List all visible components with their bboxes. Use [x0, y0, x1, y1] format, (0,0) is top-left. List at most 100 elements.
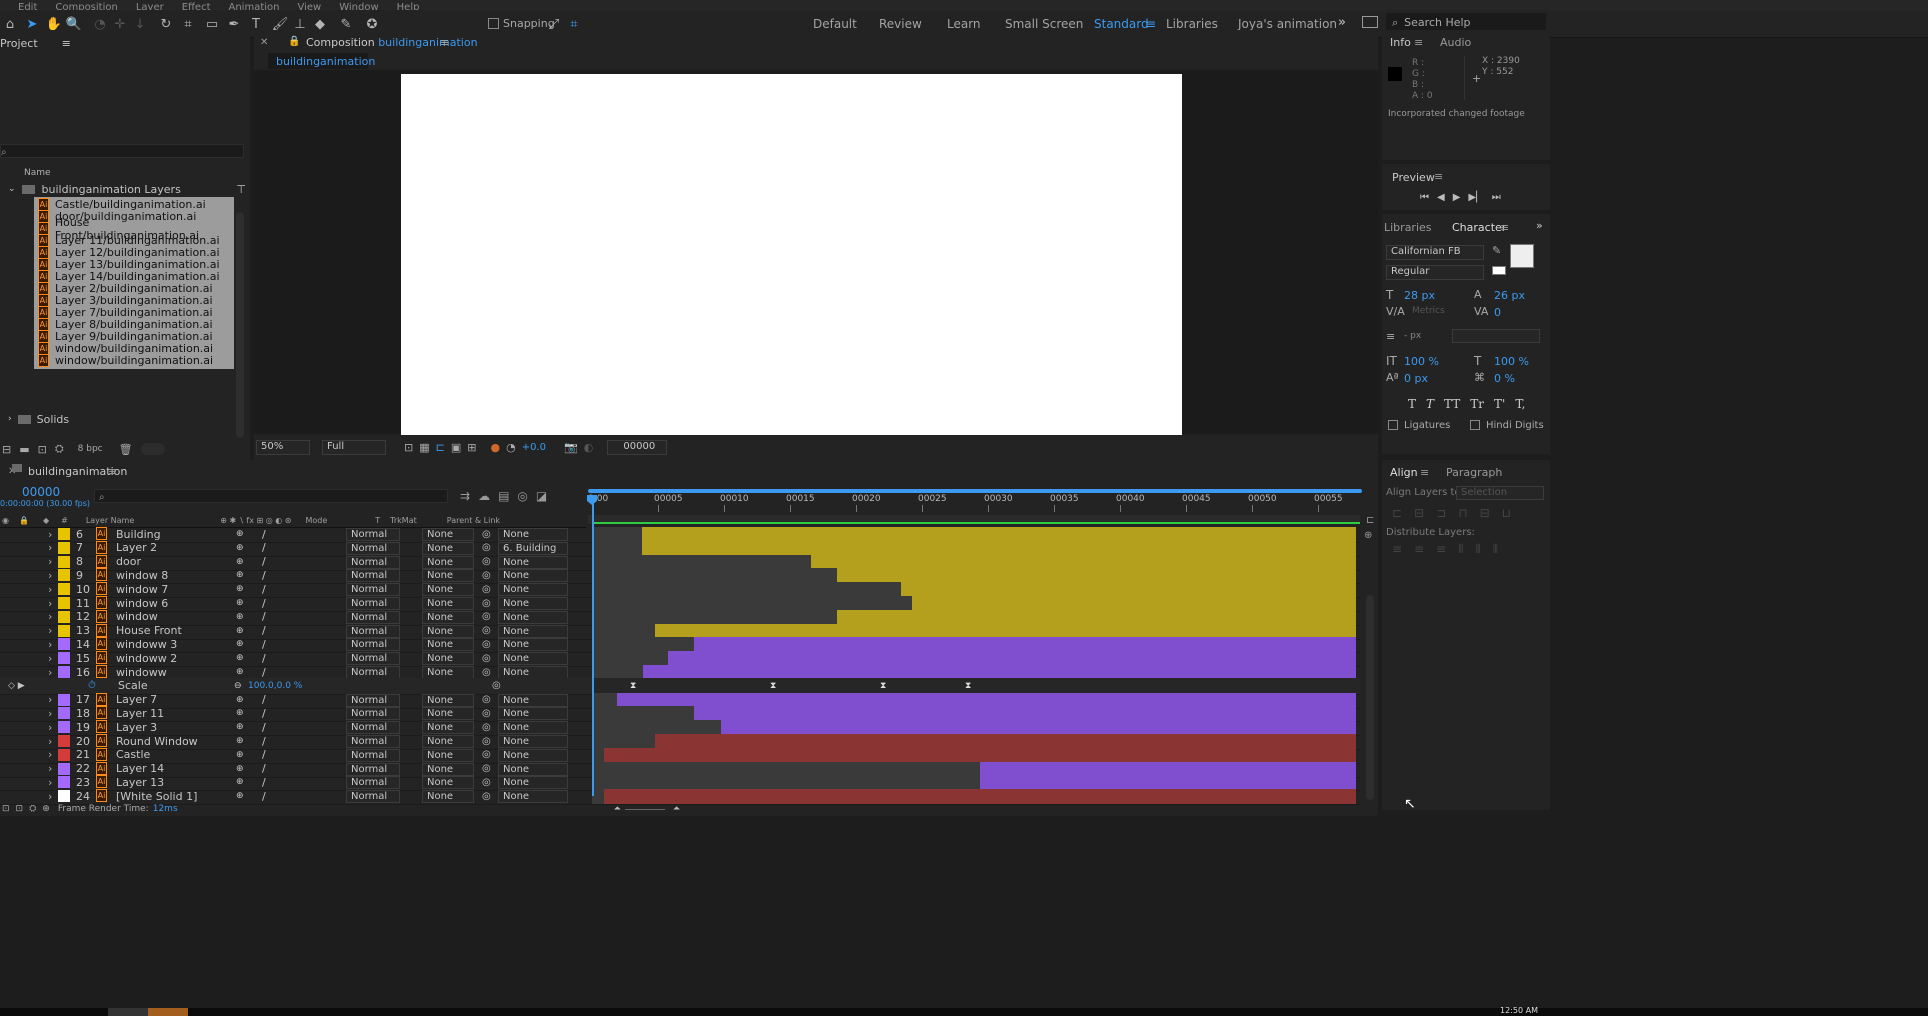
shy-switch-icon[interactable]: ⊕ [236, 557, 244, 567]
quality-switch-icon[interactable]: / [262, 762, 266, 775]
pick-whip-icon[interactable]: ◎ [482, 611, 491, 622]
play-icon[interactable]: ▶ [1453, 192, 1461, 203]
visibility-toggle[interactable] [2, 652, 12, 662]
shy-icon[interactable]: ☁ [478, 489, 490, 503]
work-area-bar[interactable] [588, 489, 1362, 493]
layer-name[interactable]: Layer 13 [116, 776, 164, 789]
transparency-icon[interactable]: ▦ [419, 441, 429, 454]
solids-folder-row[interactable]: › Solids [0, 411, 250, 427]
fill-color-swatch[interactable] [1510, 244, 1534, 268]
comp-range-bar[interactable] [588, 515, 1360, 524]
new-folder-icon[interactable]: ▬ [19, 443, 29, 456]
label-color[interactable] [58, 528, 70, 540]
pick-whip-icon[interactable]: ◎ [482, 529, 491, 540]
distribute-top-icon[interactable]: ≡ [1392, 542, 1402, 557]
timeline-zoom-slider[interactable] [624, 808, 665, 810]
distribute-bottom-icon[interactable]: ≡ [1436, 542, 1446, 557]
layer-name[interactable]: window [116, 610, 158, 623]
pick-whip-icon[interactable]: ◎ [492, 680, 501, 691]
pick-whip-icon[interactable]: ◎ [482, 791, 491, 802]
chevron-right-icon[interactable]: › [48, 541, 52, 554]
region-icon[interactable]: ⊡ [404, 441, 413, 454]
menu-item[interactable]: View [297, 2, 321, 10]
interpret-icon[interactable]: ⊟ [2, 443, 11, 456]
distribute-right-icon[interactable]: ⦀ [1493, 542, 1498, 557]
menu-item[interactable]: Edit [18, 2, 37, 10]
visibility-toggle[interactable] [2, 749, 12, 759]
info-tab[interactable]: Info [1390, 36, 1411, 49]
quality-switch-icon[interactable]: / [262, 528, 266, 541]
shy-switch-icon[interactable]: ⊕ [236, 667, 244, 677]
menu-item[interactable]: Animation [229, 2, 280, 10]
shy-switch-icon[interactable]: ⊕ [236, 612, 244, 622]
quality-switch-icon[interactable]: / [262, 610, 266, 623]
taskbar-ae-app[interactable] [148, 1008, 188, 1016]
quality-switch-icon[interactable]: / [262, 652, 266, 665]
shy-switch-icon[interactable]: ⊕ [236, 529, 244, 539]
quality-switch-icon[interactable]: / [262, 541, 266, 554]
composition-tab[interactable]: Composition buildinganimation [306, 36, 478, 49]
visibility-toggle[interactable] [2, 763, 12, 773]
label-color[interactable] [58, 790, 70, 803]
align-vcenter-icon[interactable]: ⊟ [1480, 506, 1490, 520]
visibility-toggle[interactable] [2, 625, 12, 635]
zoom-dropdown[interactable]: 50% [256, 439, 310, 455]
playhead-line[interactable] [592, 496, 594, 796]
current-timecode[interactable]: 00000 [22, 485, 60, 499]
pick-whip-icon[interactable]: ◎ [482, 584, 491, 595]
shy-switch-icon[interactable]: ⊕ [236, 695, 244, 705]
quality-switch-icon[interactable]: / [262, 624, 266, 637]
chevron-right-icon[interactable]: › [48, 762, 52, 775]
quality-switch-icon[interactable]: / [262, 735, 266, 748]
comp-canvas[interactable] [401, 74, 1182, 435]
exposure-reset-icon[interactable]: ◔ [506, 441, 516, 454]
layer-name[interactable]: Layer 11 [116, 707, 164, 720]
new-comp-icon[interactable]: ⊡ [38, 443, 47, 456]
exposure-value[interactable]: +0.0 [522, 442, 546, 453]
chevron-right-icon[interactable]: › [48, 790, 52, 803]
libraries-tab[interactable]: Libraries [1384, 221, 1432, 234]
lock-column-icon[interactable]: 🔒 [19, 516, 29, 525]
constrain-link-icon[interactable]: ⊖ [234, 681, 242, 691]
layer-name[interactable]: House Front [116, 624, 182, 637]
menu-icon[interactable]: ≡ [1414, 36, 1423, 49]
project-search-input[interactable]: ⌕ [0, 144, 244, 158]
keyframe-icon[interactable]: ⧗ [770, 681, 776, 691]
layer-name[interactable]: Layer 14 [116, 762, 164, 775]
tracking-value[interactable]: 0 [1494, 306, 1501, 319]
viewer-area[interactable] [254, 70, 1378, 435]
pick-whip-icon[interactable]: ◎ [482, 556, 491, 567]
graph-editor-icon[interactable]: ◪ [536, 489, 547, 503]
shy-switch-icon[interactable]: ⊕ [236, 639, 244, 649]
project-settings-icon[interactable]: ⛭ [55, 442, 64, 456]
render-time-icon[interactable]: ⊕ [42, 804, 50, 814]
font-family-dropdown[interactable]: Californian FB [1386, 245, 1484, 260]
visibility-toggle[interactable] [2, 735, 12, 745]
layer-name[interactable]: door [116, 555, 141, 568]
type-style-button[interactable]: T [1408, 397, 1416, 411]
menu-icon[interactable]: ≡ [1420, 466, 1429, 479]
motion-blur-icon[interactable]: ◎ [517, 489, 527, 503]
label-color[interactable] [58, 555, 70, 568]
menu-icon[interactable]: ≡ [62, 37, 71, 50]
audio-tab[interactable]: Audio [1440, 36, 1471, 49]
panel-icon[interactable] [1362, 16, 1378, 28]
layer-name[interactable]: [White Solid 1] [116, 790, 197, 803]
layer-name[interactable]: Layer 3 [116, 721, 157, 734]
pick-whip-icon[interactable]: ◎ [482, 763, 491, 774]
chevron-right-icon[interactable]: › [48, 735, 52, 748]
workspace-menu-icon[interactable]: ≡ [1146, 17, 1156, 31]
leading-value[interactable]: 26 px [1494, 289, 1525, 302]
bpc-label[interactable]: 8 bpc [78, 444, 103, 454]
ligatures-checkbox[interactable] [1388, 420, 1398, 430]
label-color[interactable] [58, 541, 70, 554]
pick-whip-icon[interactable]: ◎ [482, 653, 491, 664]
visibility-toggle[interactable] [2, 583, 12, 593]
snapshot-icon[interactable]: 📷 [564, 441, 578, 454]
zoom-out-icon[interactable]: ⏶ [614, 804, 621, 814]
chevron-right-icon[interactable]: › [48, 666, 52, 679]
label-column-icon[interactable]: ◆ [43, 516, 49, 525]
shy-switch-icon[interactable]: ⊕ [236, 570, 244, 580]
shy-switch-icon[interactable]: ⊕ [236, 791, 244, 801]
visibility-toggle[interactable] [2, 666, 12, 676]
